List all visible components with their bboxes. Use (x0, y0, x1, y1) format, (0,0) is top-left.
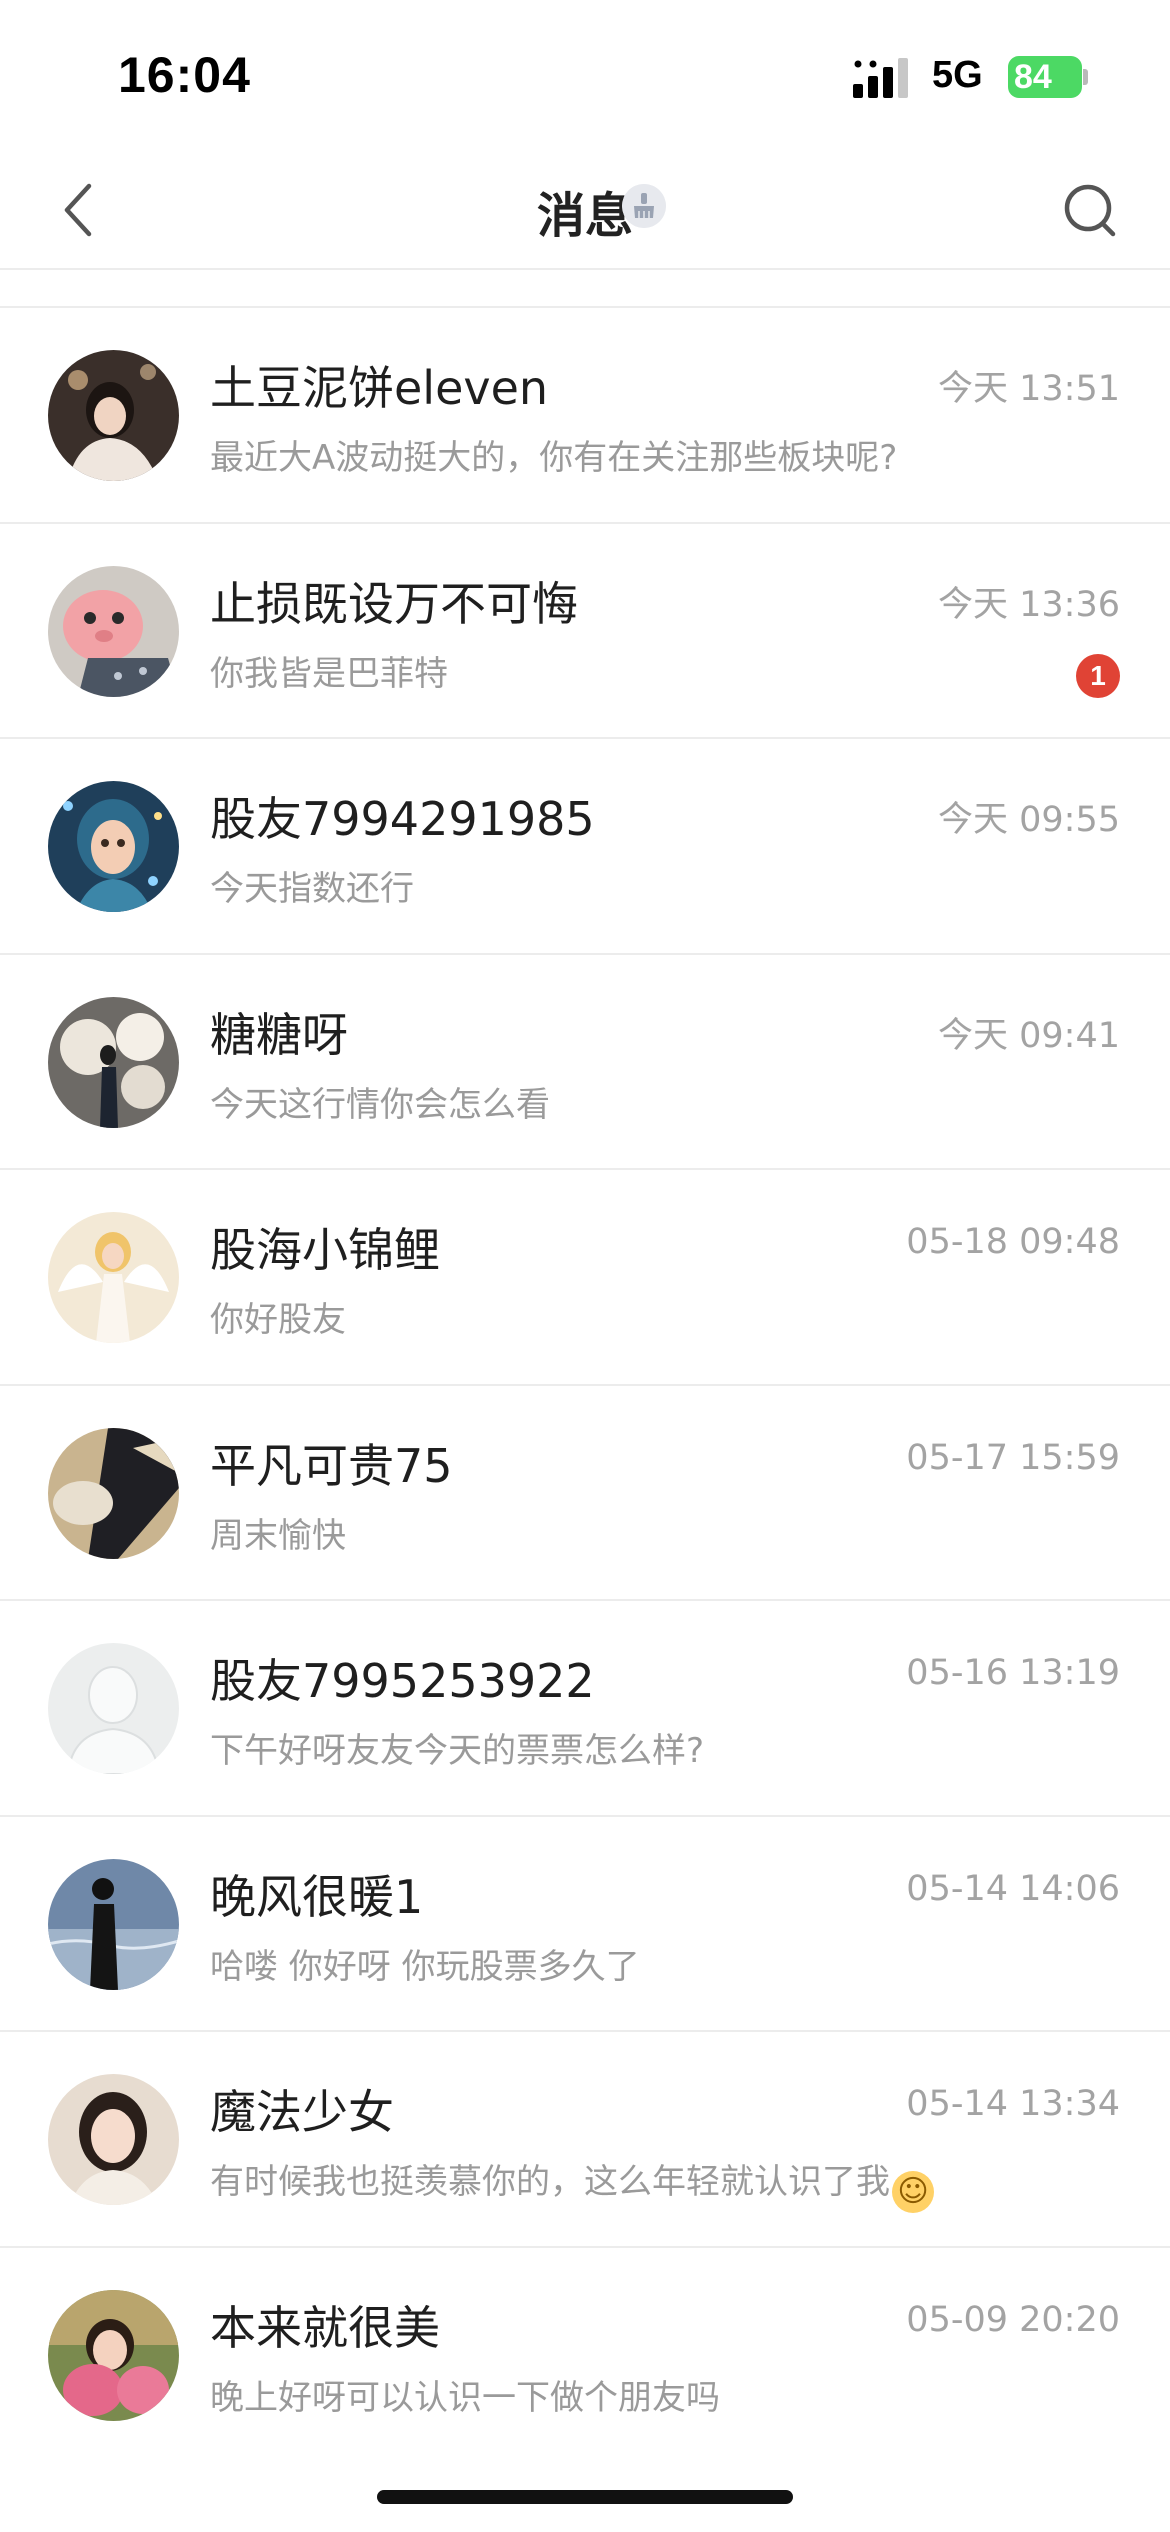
avatar (48, 1858, 179, 1990)
page-title: 消息 (536, 188, 633, 244)
conversation-name: 股友7994291985 (210, 792, 595, 846)
smiling-face-emoji-icon: ☺ (892, 2171, 934, 2213)
conversation-item[interactable]: 股海小锦鲤 05-18 09:48 你好股友 (0, 1170, 1170, 1386)
conversation-time: 今天 09:41 (938, 1015, 1120, 1056)
conversation-name: 糖糖呀 (210, 1007, 348, 1062)
avatar (48, 1427, 179, 1559)
conversation-preview: 最近大A波动挺大的，你有在关注那些板块呢? (210, 438, 898, 478)
conversation-name: 本来就很美 (210, 2300, 440, 2355)
conversation-name: 晚风很暖1 (210, 1869, 424, 1924)
conversation-time: 今天 13:36 (938, 584, 1120, 625)
conversation-item[interactable]: 平凡可贵75 05-17 15:59 周末愉快 (0, 1385, 1170, 1601)
battery-level: 84 (1014, 58, 1052, 96)
conversation-preview: 今天这行情你会怎么看 (210, 1084, 550, 1125)
conversation-name: 股海小锦鲤 (210, 1223, 440, 1277)
conversation-list: 土豆泥饼eleven 今天 13:51 最近大A波动挺大的，你有在关注那些板块呢… (0, 308, 1170, 2463)
unread-badge: 1 (1076, 653, 1120, 698)
conversation-name: 股友7995253922 (210, 1654, 595, 1708)
avatar (48, 565, 179, 697)
battery-nub (1083, 69, 1088, 85)
conversation-time: 05-14 14:06 (906, 1868, 1120, 1909)
avatar (48, 2289, 179, 2421)
conversation-preview: 下午好呀友友今天的票票怎么样? (210, 1731, 705, 1771)
conversation-item[interactable]: 晚风很暖1 05-14 14:06 哈喽 你好呀 你玩股票多久了 (0, 1816, 1170, 2032)
conversation-name: 土豆泥饼eleven (210, 361, 549, 415)
network-label: 5G (932, 54, 983, 96)
conversation-item[interactable]: 止损既设万不可悔 今天 13:36 你我皆是巴菲特 1 (0, 523, 1170, 739)
conversation-item[interactable]: 土豆泥饼eleven 今天 13:51 最近大A波动挺大的，你有在关注那些板块呢… (0, 308, 1170, 524)
conversation-name: 魔法少女 (210, 2085, 394, 2139)
conversation-preview: 有时候我也挺羡慕你的，这么年轻就认识了我 ☺ (210, 2154, 934, 2213)
battery-charging-icon: 84 (1008, 56, 1088, 98)
conversation-preview: 你我皆是巴菲特 (210, 653, 448, 694)
conversation-preview: 周末愉快 (210, 1515, 346, 1556)
nav-bar: 消息 (0, 150, 1170, 270)
conversation-item[interactable]: 股友7995253922 05-16 13:19 下午好呀友友今天的票票怎么样? (0, 1601, 1170, 1817)
avatar (48, 2074, 179, 2205)
avatar (48, 781, 179, 912)
conversation-time: 05-09 20:20 (906, 2299, 1120, 2340)
avatar (48, 1643, 179, 1774)
conversation-item[interactable]: 本来就很美 05-09 20:20 晚上好呀可以认识一下做个朋友吗 (0, 2247, 1170, 2463)
conversation-preview: 哈喽 你好呀 你玩股票多久了 (210, 1946, 640, 1987)
status-bar: 16:04 5G 84 (0, 0, 1170, 150)
avatar (48, 350, 179, 481)
conversation-name: 止损既设万不可悔 (210, 576, 578, 631)
home-indicator[interactable] (377, 2490, 793, 2504)
conversation-time: 05-17 15:59 (906, 1437, 1120, 1478)
conversation-preview: 你好股友 (210, 1300, 346, 1340)
conversation-time: 今天 13:51 (938, 369, 1120, 409)
preview-text: 有时候我也挺羡慕你的，这么年轻就认识了我 (210, 2162, 890, 2202)
conversation-item[interactable]: 糖糖呀 今天 09:41 今天这行情你会怎么看 (0, 954, 1170, 1170)
signal-icon (853, 58, 908, 98)
conversation-time: 今天 09:55 (938, 800, 1120, 840)
conversation-time: 05-16 13:19 (906, 1653, 1120, 1693)
conversation-time: 05-14 13:34 (906, 2084, 1120, 2124)
clear-broom-icon[interactable] (622, 184, 666, 228)
conversation-time: 05-18 09:48 (906, 1222, 1120, 1262)
conversation-item[interactable]: 股友7994291985 今天 09:55 今天指数还行 (0, 739, 1170, 955)
search-icon[interactable] (1060, 178, 1120, 242)
conversation-item[interactable]: 魔法少女 05-14 13:34 有时候我也挺羡慕你的，这么年轻就认识了我 ☺ (0, 2032, 1170, 2248)
avatar (48, 1212, 179, 1343)
conversation-name: 平凡可贵75 (210, 1438, 453, 1493)
conversation-preview: 晚上好呀可以认识一下做个朋友吗 (210, 2377, 720, 2418)
avatar (48, 996, 179, 1128)
status-time: 16:04 (118, 47, 251, 103)
conversation-preview: 今天指数还行 (210, 869, 414, 909)
